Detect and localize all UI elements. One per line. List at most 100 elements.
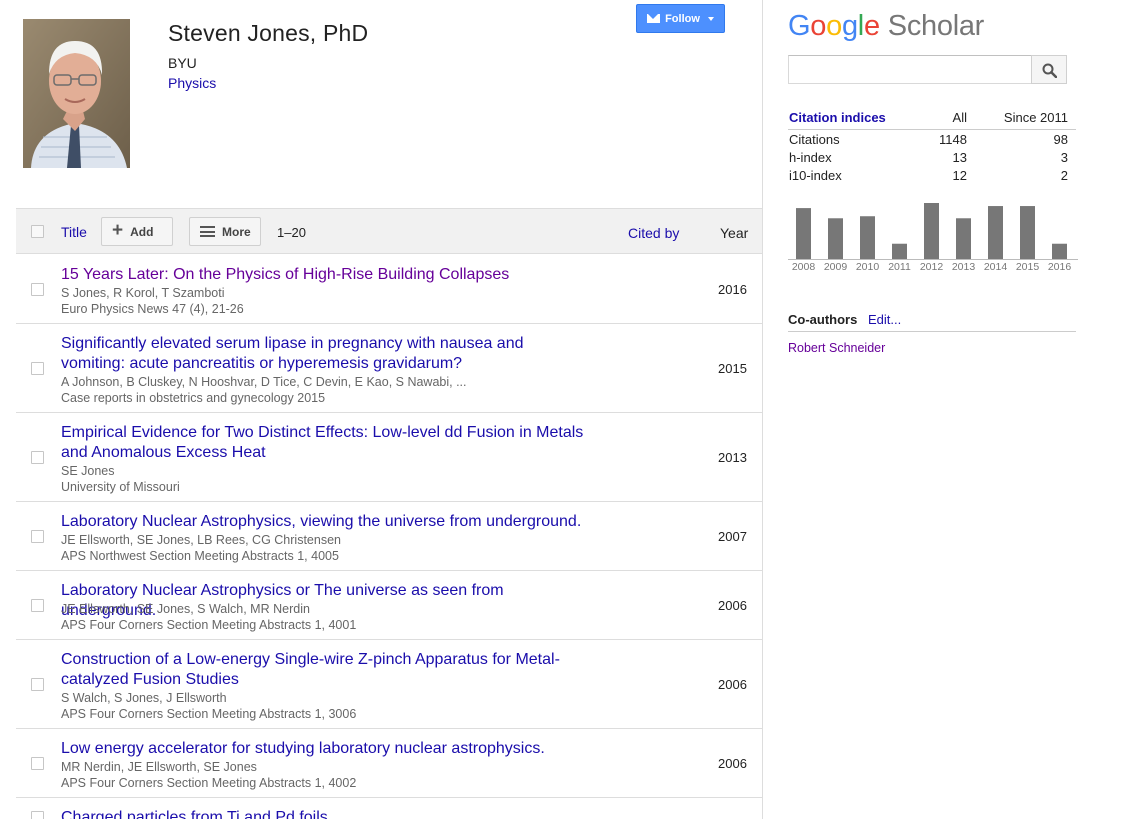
article-year: 2006 <box>718 597 747 613</box>
select-all-checkbox[interactable] <box>31 225 44 238</box>
article-authors: SE Jones <box>61 464 115 478</box>
citation-indices-header: Citation indices All Since 2011 <box>788 109 1076 130</box>
year-column-header: Year <box>720 225 749 241</box>
column-divider <box>762 0 763 819</box>
article-authors: S Walch, S Jones, J Ellsworth <box>61 691 227 705</box>
citation-value-all: 1148 <box>939 132 967 147</box>
coauthors-header: Co-authors Edit... <box>788 311 1076 332</box>
chart-tick-label: 2008 <box>792 261 816 273</box>
google-scholar-logo[interactable]: Google Scholar <box>788 10 984 43</box>
article-year: 2013 <box>718 449 747 465</box>
chart-bar-2008[interactable] <box>796 208 811 259</box>
row-checkbox[interactable] <box>31 450 44 464</box>
chart-tick-label: 2010 <box>856 261 880 273</box>
article-venue: Euro Physics News 47 (4), 21-26 <box>61 302 244 316</box>
chart-bar-2009[interactable] <box>828 218 843 259</box>
article-venue: APS Northwest Section Meeting Abstracts … <box>61 549 339 563</box>
article-venue: APS Four Corners Section Meeting Abstrac… <box>61 707 357 721</box>
follow-button[interactable]: Follow <box>636 4 725 33</box>
article-authors: A Johnson, B Cluskey, N Hooshvar, D Tice… <box>61 375 467 389</box>
chart-bar-2015[interactable] <box>1020 206 1035 259</box>
citation-value-all: 13 <box>952 150 967 165</box>
articles-toolbar: Title + Add More 1–20 Cited by Year <box>16 208 762 254</box>
plus-icon: + <box>112 220 124 241</box>
follow-label: Follow <box>665 12 700 25</box>
chart-bar-2012[interactable] <box>924 203 939 259</box>
more-label: More <box>222 224 251 239</box>
coauthors-title: Co-authors <box>788 312 858 327</box>
chart-tick-label: 2014 <box>984 261 1008 273</box>
article-title-link[interactable]: 15 Years Later: On the Physics of High-R… <box>61 265 591 285</box>
profile-photo <box>23 19 130 168</box>
sort-by-title-link[interactable]: Title <box>61 224 87 240</box>
article-authors: MR Nerdin, JE Ellsworth, SE Jones <box>61 760 257 774</box>
profile-name: Steven Jones, PhD <box>168 20 369 46</box>
row-checkbox[interactable] <box>31 529 44 543</box>
table-row: Empirical Evidence for Two Distinct Effe… <box>16 413 762 502</box>
envelope-icon <box>647 14 661 23</box>
row-checkbox[interactable] <box>31 598 44 612</box>
citation-indices-title: Citation indices <box>789 110 886 125</box>
article-venue: Case reports in obstetrics and gynecolog… <box>61 391 326 405</box>
chart-bar-2014[interactable] <box>988 206 1003 259</box>
article-venue: APS Four Corners Section Meeting Abstrac… <box>61 618 357 632</box>
profile-affiliation: BYU <box>168 55 197 71</box>
citation-col-all: All <box>952 110 967 125</box>
article-year: 2016 <box>718 281 747 297</box>
row-checkbox[interactable] <box>31 756 44 770</box>
coauthor-link[interactable]: Robert Schneider <box>788 341 885 355</box>
row-checkbox[interactable] <box>31 811 44 819</box>
article-year: 2006 <box>718 676 747 692</box>
citation-value-all: 12 <box>952 168 967 183</box>
search-icon <box>1042 63 1057 78</box>
sort-by-cited-link[interactable]: Cited by <box>628 225 679 241</box>
search-button[interactable] <box>1031 55 1067 84</box>
caret-down-icon <box>707 16 714 21</box>
article-year: 2006 <box>718 755 747 771</box>
chart-tick-label: 2015 <box>1016 261 1040 273</box>
citation-col-since: Since 2011 <box>1003 110 1068 125</box>
article-venue: University of Missouri <box>61 480 180 494</box>
chart-tick-label: 2016 <box>1048 261 1072 273</box>
table-row: Construction of a Low-energy Single-wire… <box>16 640 762 729</box>
article-title-link[interactable]: Charged particles from Ti and Pd foils <box>61 808 591 819</box>
chart-tick-label: 2013 <box>952 261 976 273</box>
add-label: Add <box>130 224 154 239</box>
table-row: Charged particles from Ti and Pd foils <box>16 798 762 819</box>
table-row: Significantly elevated serum lipase in p… <box>16 324 762 413</box>
article-title-link[interactable]: Low energy accelerator for studying labo… <box>61 739 591 759</box>
chart-bar-2011[interactable] <box>892 243 907 259</box>
row-checkbox[interactable] <box>31 361 44 375</box>
article-year: 2007 <box>718 528 747 544</box>
chart-tick-label: 2011 <box>888 261 911 273</box>
article-title-link[interactable]: Empirical Evidence for Two Distinct Effe… <box>61 423 591 463</box>
article-authors: JE Ellsworth, SE Jones, LB Rees, CG Chri… <box>61 533 341 547</box>
chart-bar-2016[interactable] <box>1052 243 1067 259</box>
table-row: Low energy accelerator for studying labo… <box>16 729 762 798</box>
profile-field-link[interactable]: Physics <box>168 75 216 91</box>
article-range: 1–20 <box>277 225 306 240</box>
table-row: Laboratory Nuclear Astrophysics, viewing… <box>16 502 762 571</box>
citation-row-label: Citations <box>789 132 840 147</box>
articles-list: 15 Years Later: On the Physics of High-R… <box>16 255 762 819</box>
row-checkbox[interactable] <box>31 677 44 691</box>
citation-value-since: 98 <box>1053 132 1068 147</box>
chart-bar-2010[interactable] <box>860 216 875 259</box>
citation-row-label: h-index <box>789 150 832 165</box>
article-title-link[interactable]: Laboratory Nuclear Astrophysics, viewing… <box>61 512 591 532</box>
search-input[interactable] <box>788 55 1032 84</box>
chart-bar-2013[interactable] <box>956 218 971 259</box>
article-authors: JE Ellsworth, SE Jones, S Walch, MR Nerd… <box>61 602 310 616</box>
more-button[interactable]: More <box>189 217 261 246</box>
chart-tick-label: 2012 <box>920 261 944 273</box>
menu-icon <box>200 226 215 237</box>
coauthors-edit-link[interactable]: Edit... <box>868 312 901 327</box>
article-venue: APS Four Corners Section Meeting Abstrac… <box>61 776 357 790</box>
row-checkbox[interactable] <box>31 282 44 296</box>
add-button[interactable]: + Add <box>101 217 173 246</box>
article-title-link[interactable]: Construction of a Low-energy Single-wire… <box>61 650 591 690</box>
citations-per-year-chart: 2008 2009 2010 2011 2012 2013 2014 2015 2016 <box>788 203 1078 273</box>
article-year: 2015 <box>718 360 747 376</box>
article-title-link[interactable]: Significantly elevated serum lipase in p… <box>61 334 591 374</box>
citation-value-since: 2 <box>1060 168 1068 183</box>
